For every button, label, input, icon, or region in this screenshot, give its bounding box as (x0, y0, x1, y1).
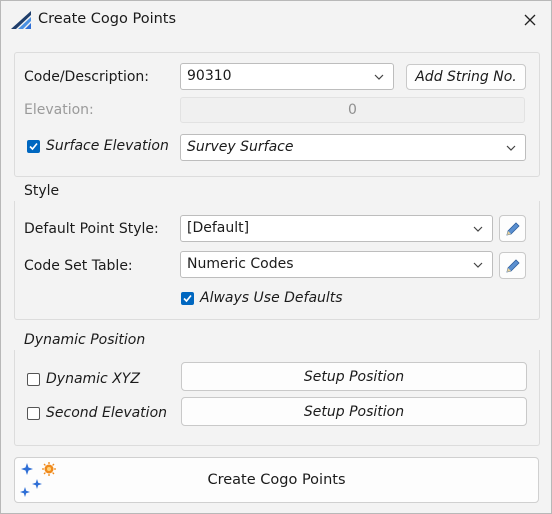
dynamic-xyz-checkbox[interactable] (27, 373, 40, 386)
surface-elevation-checkbox[interactable] (27, 140, 40, 153)
elevation-value: 0 (348, 102, 357, 118)
surface-combo[interactable]: Survey Surface (180, 134, 526, 161)
default-point-style-value: [Default] (187, 220, 250, 236)
code-description-value: 90310 (187, 68, 232, 84)
second-elevation-label[interactable]: Second Elevation (46, 405, 167, 421)
chevron-down-icon (473, 262, 483, 268)
checkmark-icon (183, 294, 192, 303)
add-string-no-button[interactable]: Add String No. (406, 64, 526, 90)
close-button[interactable] (516, 7, 544, 33)
edit-code-set-button[interactable] (499, 252, 526, 279)
default-point-style-label: Default Point Style: (24, 221, 159, 237)
dynamic-position-heading: Dynamic Position (24, 332, 146, 348)
elevation-label: Elevation: (24, 102, 94, 118)
always-use-defaults-checkbox[interactable] (181, 292, 194, 305)
code-set-table-label: Code Set Table: (24, 258, 133, 274)
create-cogo-points-label: Create Cogo Points (207, 472, 346, 488)
chevron-down-icon (374, 74, 384, 80)
window-title: Create Cogo Points (38, 11, 177, 27)
surface-elevation-label[interactable]: Surface Elevation (46, 138, 169, 154)
chevron-down-icon (506, 145, 516, 151)
code-set-table-value: Numeric Codes (187, 256, 294, 272)
pencil-icon (505, 221, 520, 236)
second-elevation-checkbox[interactable] (27, 407, 40, 420)
code-set-table-combo[interactable]: Numeric Codes (180, 251, 493, 278)
default-point-style-combo[interactable]: [Default] (180, 215, 493, 242)
surface-value: Survey Surface (187, 139, 294, 155)
setup-position-button-2[interactable]: Setup Position (181, 397, 527, 426)
elevation-field: 0 (180, 97, 525, 123)
pencil-icon (505, 258, 520, 273)
checkmark-icon (29, 142, 38, 151)
setup-position-button-1[interactable]: Setup Position (181, 362, 527, 391)
code-description-label: Code/Description: (24, 69, 150, 85)
always-use-defaults-label[interactable]: Always Use Defaults (200, 290, 343, 306)
chevron-down-icon (473, 226, 483, 232)
app-logo-icon (11, 11, 31, 29)
dynamic-xyz-label[interactable]: Dynamic XYZ (46, 371, 140, 387)
close-icon (524, 14, 536, 26)
edit-point-style-button[interactable] (499, 215, 526, 242)
create-cogo-points-button[interactable]: Create Cogo Points (14, 457, 539, 503)
title-bar: Create Cogo Points (1, 1, 551, 39)
code-description-combo[interactable]: 90310 (180, 63, 394, 90)
style-heading: Style (24, 183, 60, 199)
dialog-window: Create Cogo Points Code/Description: 903… (0, 0, 552, 514)
